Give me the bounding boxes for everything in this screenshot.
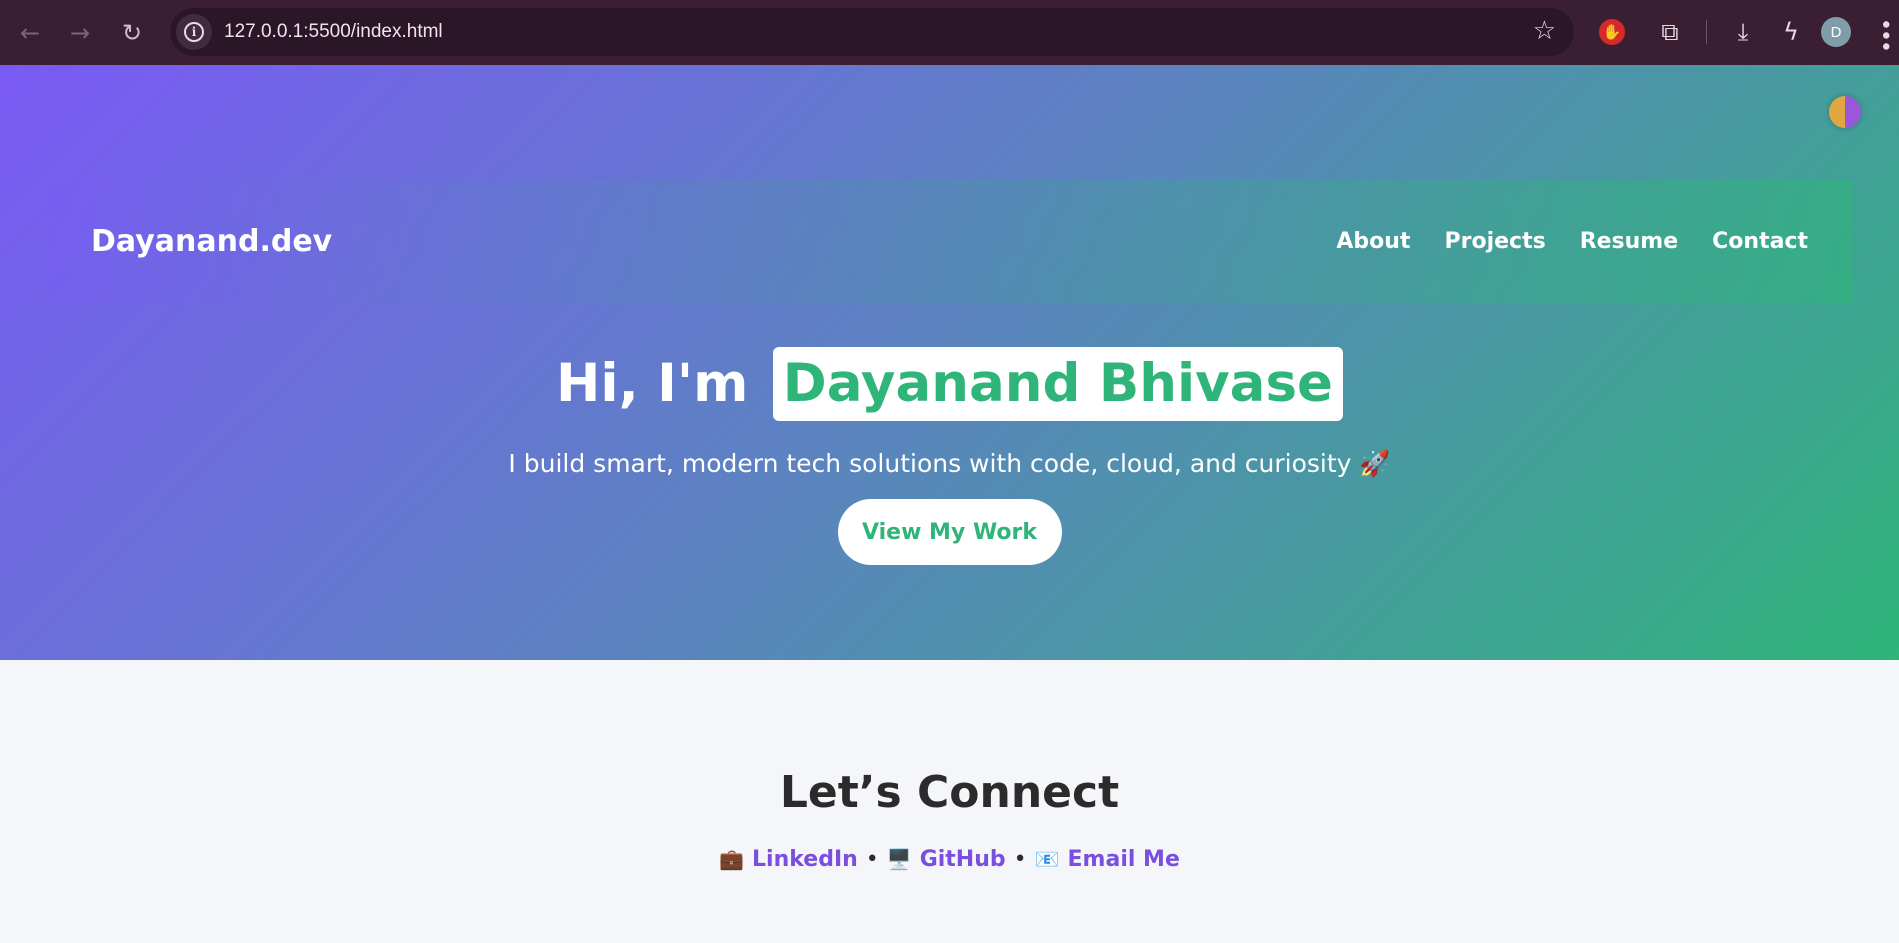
forward-arrow-icon[interactable]: → — [60, 13, 100, 53]
url-text[interactable]: 127.0.0.1:5500/index.html — [224, 21, 443, 43]
extensions-area: ✋ ⧉ ⤓ ϟ D — [1590, 10, 1851, 54]
email-icon: 📧 — [1034, 847, 1060, 871]
hero-section: Dayanand.dev About Projects Resume Conta… — [0, 65, 1899, 660]
separator: • — [1013, 847, 1027, 872]
red-hand-icon: ✋ — [1599, 19, 1625, 45]
nav-link-resume[interactable]: Resume — [1580, 229, 1678, 254]
briefcase-icon: 💼 — [719, 847, 745, 871]
github-link[interactable]: GitHub — [920, 847, 1006, 872]
site-info-button[interactable]: i — [176, 14, 212, 50]
address-bar[interactable]: i 127.0.0.1:5500/index.html ☆ — [170, 8, 1574, 56]
cta-wrapper: View My Work — [0, 499, 1899, 565]
connect-links: 💼 LinkedIn • 🖥️ GitHub • 📧 Email Me — [0, 847, 1899, 872]
hero-name-highlight: Dayanand Bhivase — [772, 347, 1343, 421]
nav-links: About Projects Resume Contact — [1336, 229, 1808, 254]
connect-section: Let’s Connect 💼 LinkedIn • 🖥️ GitHub • 📧 Email … — [0, 660, 1899, 943]
profile-avatar[interactable]: D — [1821, 17, 1851, 47]
separator: • — [865, 847, 879, 872]
bookmark-star-icon[interactable]: ☆ — [1533, 16, 1556, 46]
web-page: Dayanand.dev About Projects Resume Conta… — [0, 65, 1899, 943]
hero-title: Hi, I'm Dayanand Bhivase — [0, 347, 1899, 421]
reload-icon[interactable]: ↻ — [112, 13, 152, 53]
nav-link-projects[interactable]: Projects — [1444, 229, 1545, 254]
brand-logo[interactable]: Dayanand.dev — [91, 224, 332, 259]
view-my-work-button[interactable]: View My Work — [837, 499, 1062, 565]
puzzle-icon[interactable]: ⧉ — [1648, 10, 1692, 54]
toolbar-divider — [1706, 20, 1707, 44]
theme-toggle-icon[interactable] — [1829, 96, 1861, 128]
hero-subtitle: I build smart, modern tech solutions wit… — [508, 449, 1391, 478]
extension-block-button[interactable]: ✋ — [1590, 10, 1634, 54]
browser-toolbar: ← → ↻ i 127.0.0.1:5500/index.html ☆ ✋ ⧉ … — [0, 0, 1899, 65]
connect-title: Let’s Connect — [779, 767, 1120, 818]
navbar: Dayanand.dev About Projects Resume Conta… — [46, 180, 1853, 303]
linkedin-link[interactable]: LinkedIn — [752, 847, 858, 872]
back-arrow-icon[interactable]: ← — [10, 13, 50, 53]
email-link[interactable]: Email Me — [1068, 847, 1180, 872]
info-icon: i — [184, 22, 204, 42]
desktop-computer-icon: 🖥️ — [886, 847, 912, 871]
hero-greeting: Hi, I'm — [556, 353, 749, 414]
nav-link-about[interactable]: About — [1336, 229, 1410, 254]
kebab-menu-icon[interactable]: ••• — [1872, 18, 1897, 51]
nav-link-contact[interactable]: Contact — [1712, 229, 1808, 254]
lightning-icon[interactable]: ϟ — [1769, 10, 1813, 54]
download-icon[interactable]: ⤓ — [1721, 10, 1765, 54]
